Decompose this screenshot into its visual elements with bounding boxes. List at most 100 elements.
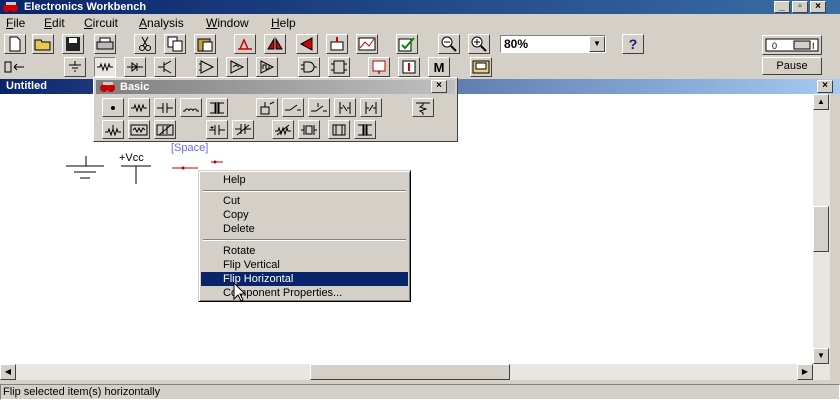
nonlinear-transformer-part[interactable]	[354, 120, 376, 139]
digital-bin-button[interactable]	[328, 57, 350, 77]
power-switch[interactable]: 0 I	[762, 35, 822, 55]
menu-file[interactable]: File	[6, 15, 25, 31]
capacitor-part[interactable]	[154, 98, 176, 117]
inductor-icon	[183, 108, 199, 111]
zoom-in-icon	[471, 36, 487, 52]
voltage-controlled-switch-part[interactable]	[334, 98, 356, 117]
relay-part[interactable]	[256, 98, 278, 117]
menu-window[interactable]: Window	[206, 15, 249, 31]
horizontal-scroll-thumb[interactable]	[310, 364, 510, 380]
graph-button[interactable]	[356, 34, 378, 54]
copy-icon	[167, 36, 183, 52]
analog-ics-bin-button[interactable]	[196, 57, 218, 77]
crystal-part[interactable]	[298, 120, 320, 139]
logic-gate-icon	[301, 61, 317, 73]
flip-horizontal-button[interactable]	[264, 34, 286, 54]
menu-edit[interactable]: Edit	[44, 15, 65, 31]
current-controlled-switch-part[interactable]	[360, 98, 382, 117]
paste-button[interactable]	[194, 34, 216, 54]
component-properties-icon	[398, 37, 415, 52]
new-icon	[9, 36, 21, 52]
vertical-scrollbar[interactable]: ▲ ▼	[813, 94, 830, 364]
selected-component-wire[interactable]	[172, 160, 223, 170]
scroll-right-button[interactable]: ▶	[797, 364, 813, 380]
scroll-left-button[interactable]: ◀	[0, 364, 16, 380]
pull-up-resistor-part[interactable]	[412, 98, 434, 117]
variable-resistor-part[interactable]	[272, 120, 294, 139]
potentiometer-part[interactable]	[102, 120, 124, 139]
help-button[interactable]: ?	[622, 34, 644, 54]
basic-bin-button[interactable]	[94, 57, 116, 77]
ground-symbol[interactable]	[66, 156, 104, 179]
menu-item-rotate[interactable]: Rotate	[201, 244, 408, 258]
rotate-button[interactable]	[234, 34, 256, 54]
core-part[interactable]	[328, 120, 350, 139]
minimize-button[interactable]: _	[774, 1, 790, 13]
variable-capacitor-part[interactable]	[154, 120, 176, 139]
zoom-in-button[interactable]	[468, 34, 490, 54]
scroll-up-button[interactable]: ▲	[813, 94, 829, 110]
zoom-select[interactable]: 80% ▼	[500, 35, 606, 53]
potentiometer-icon	[105, 124, 121, 136]
logic-gates-bin-button[interactable]	[298, 57, 320, 77]
mixed-ics-bin-button[interactable]	[226, 57, 248, 77]
pause-button[interactable]: Pause	[762, 57, 822, 75]
transistors-bin-button[interactable]	[154, 57, 176, 77]
variable-resistor-icon	[275, 124, 291, 136]
new-button[interactable]	[4, 34, 26, 54]
chevron-down-icon[interactable]: ▼	[589, 36, 605, 52]
transformer-part[interactable]	[206, 98, 228, 117]
app-title: Electronics Workbench	[24, 1, 147, 13]
diodes-bin-button[interactable]	[124, 57, 146, 77]
switch-part[interactable]	[282, 98, 304, 117]
copy-button[interactable]	[164, 34, 186, 54]
zoom-out-icon	[441, 36, 457, 52]
menu-analysis[interactable]: Analysis	[139, 15, 184, 31]
time-delay-switch-part[interactable]	[308, 98, 330, 117]
menu-item-cut[interactable]: Cut	[201, 194, 408, 208]
variable-inductor-part[interactable]	[232, 120, 254, 139]
menu-item-delete[interactable]: Delete	[201, 222, 408, 236]
electrolytic-capacitor-part[interactable]	[206, 120, 228, 139]
pull-up-resistor-icon	[416, 102, 430, 115]
digital-ics-bin-button[interactable]	[256, 57, 278, 77]
flip-vertical-button[interactable]	[296, 34, 318, 54]
menu-item-help[interactable]: Help	[201, 173, 408, 187]
sources-bin-button[interactable]	[64, 57, 86, 77]
menu-item-copy[interactable]: Copy	[201, 208, 408, 222]
vertical-scroll-thumb[interactable]	[813, 206, 829, 252]
vcc-symbol[interactable]	[121, 165, 151, 184]
parts-bin-toolbar: M	[0, 56, 840, 78]
zoom-out-button[interactable]	[438, 34, 460, 54]
document-close-button[interactable]: ×	[817, 80, 833, 93]
inductor-part[interactable]	[180, 98, 202, 117]
cut-button[interactable]	[134, 34, 156, 54]
open-button[interactable]	[32, 34, 54, 54]
subcircuit-button[interactable]	[326, 34, 348, 54]
save-button[interactable]	[62, 34, 84, 54]
close-button[interactable]: ×	[810, 1, 826, 13]
horizontal-scrollbar[interactable]: ◀ ▶	[0, 364, 830, 380]
component-properties-button[interactable]	[396, 34, 418, 54]
help-icon: ?	[628, 36, 638, 52]
restore-button[interactable]: ▫	[792, 1, 808, 13]
resistor-part[interactable]	[128, 98, 150, 117]
digital-ic-icon	[260, 60, 275, 74]
variable-inductor-icon	[235, 123, 251, 135]
controls-bin-button[interactable]	[398, 57, 420, 77]
menu-item-flip-vertical[interactable]: Flip Vertical	[201, 258, 408, 272]
transistor-icon	[158, 60, 172, 74]
bin-menu-icon	[4, 61, 24, 73]
scroll-down-button[interactable]: ▼	[813, 348, 829, 364]
instruments-bin-button[interactable]	[470, 57, 492, 77]
parts-bin-menu-button[interactable]	[2, 57, 28, 77]
connector-part[interactable]	[102, 98, 124, 117]
print-button[interactable]	[94, 34, 116, 54]
parts-bin-close-button[interactable]: ×	[431, 80, 447, 93]
resistor-pack-part[interactable]	[128, 120, 150, 139]
capacitor-icon	[157, 102, 173, 113]
menu-help[interactable]: Help	[271, 15, 296, 31]
menu-circuit[interactable]: Circuit	[84, 15, 118, 31]
indicators-bin-button[interactable]	[368, 57, 390, 77]
miscellaneous-bin-button[interactable]: M	[428, 57, 450, 77]
